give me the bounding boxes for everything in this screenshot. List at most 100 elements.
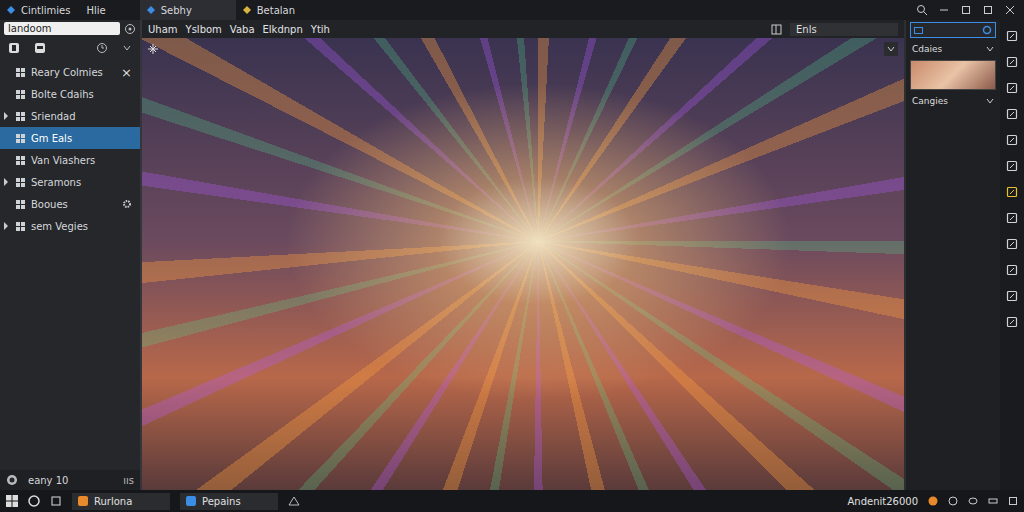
- tray-app-icon[interactable]: [928, 496, 938, 506]
- chevron-down-icon: [986, 97, 994, 105]
- tab[interactable]: Cintlimies: [0, 0, 80, 20]
- taskbar: Rurlona Pepains Andenit26000: [0, 490, 1024, 512]
- tab-strip: CintlimiesHlie SebhyBetalan: [0, 0, 305, 20]
- clock-icon[interactable]: [96, 42, 108, 54]
- menu-item[interactable]: Ytih: [311, 24, 330, 35]
- tool-icon[interactable]: [1006, 212, 1018, 224]
- tool-strip: [1000, 20, 1024, 490]
- tab[interactable]: Hlie: [80, 0, 115, 20]
- tool-icon[interactable]: [1006, 290, 1018, 302]
- tool-icon[interactable]: [1006, 264, 1018, 276]
- app-icon: [78, 496, 88, 506]
- sidebar-item[interactable]: Van Viashers: [0, 149, 140, 171]
- tool-icon[interactable]: [1006, 82, 1018, 94]
- sidebar-item[interactable]: Booues: [0, 193, 140, 215]
- task-view-icon[interactable]: [50, 495, 62, 507]
- editor-window: CintlimiesHlie SebhyBetalan landoom Reary C…: [0, 0, 1024, 512]
- sidebar-search-row: landoom: [0, 20, 140, 37]
- search-icon[interactable]: [982, 25, 992, 35]
- panel-search-field[interactable]: [910, 22, 996, 38]
- item-icon: [15, 67, 26, 78]
- window-controls: [916, 0, 1024, 20]
- tool-icon[interactable]: [1006, 186, 1018, 198]
- battery-icon[interactable]: [988, 496, 998, 506]
- notification-icon[interactable]: [1008, 496, 1018, 506]
- sidebar-item[interactable]: Gm Eals: [0, 127, 140, 149]
- tab[interactable]: Sebhy: [140, 0, 236, 20]
- collapse-button[interactable]: [884, 42, 898, 56]
- chevron-down-icon: [986, 45, 994, 53]
- maximize-icon[interactable]: [982, 4, 994, 16]
- item-icon: [15, 155, 26, 166]
- taskbar-app[interactable]: Pepains: [180, 493, 278, 510]
- menu-item[interactable]: Uham: [148, 24, 178, 35]
- item-icon: [15, 221, 26, 232]
- expand-arrow-icon[interactable]: [3, 178, 9, 186]
- search-circle-icon[interactable]: [28, 495, 40, 507]
- sidebar-list: Reary Colmies×Bolte CdaihsSriendadGm Eal…: [0, 59, 140, 237]
- menu-bar: Uham Yslbom Vaba Elkdnpn Ytih Enls: [142, 20, 904, 38]
- expand-arrow-icon[interactable]: [3, 222, 9, 230]
- sidebar-item[interactable]: Sriendad: [0, 105, 140, 127]
- filter-icon[interactable]: [124, 23, 136, 35]
- sidebar-item[interactable]: sem Vegies: [0, 215, 140, 237]
- tool-icon[interactable]: [1006, 238, 1018, 250]
- item-icon: [15, 111, 26, 122]
- artwork-image: [142, 38, 904, 490]
- triangle-icon[interactable]: [288, 495, 300, 507]
- windows-logo-icon[interactable]: [6, 495, 18, 507]
- editor-area: Uham Yslbom Vaba Elkdnpn Ytih Enls: [142, 20, 904, 490]
- project-icon[interactable]: [8, 42, 20, 54]
- chevron-down-icon[interactable]: [122, 43, 132, 53]
- tool-icon[interactable]: [1006, 160, 1018, 172]
- network-icon[interactable]: [948, 496, 958, 506]
- chevron-down-icon: [887, 45, 895, 53]
- tool-icon[interactable]: [1006, 30, 1018, 42]
- sidebar: landoom Reary Colmies×Bolte CdaihsSrienda…: [0, 20, 142, 490]
- menu-item[interactable]: Yslbom: [186, 24, 222, 35]
- expand-arrow-icon[interactable]: [3, 112, 9, 120]
- menu-item[interactable]: Elkdnpn: [263, 24, 303, 35]
- image-canvas[interactable]: [142, 38, 904, 490]
- taskbar-clock[interactable]: Andenit26000: [847, 496, 918, 507]
- tool-icon[interactable]: [1006, 56, 1018, 68]
- thumbnail-image[interactable]: [910, 60, 996, 90]
- status-icon: [6, 474, 18, 486]
- menu-item[interactable]: Vaba: [230, 24, 255, 35]
- layers-icon[interactable]: [34, 42, 46, 54]
- sidebar-search-field[interactable]: landoom: [4, 22, 120, 35]
- app-icon: [186, 496, 196, 506]
- status-extra: ııs: [123, 475, 134, 486]
- item-icon: [15, 89, 26, 100]
- taskbar-app[interactable]: Rurlona: [72, 493, 170, 510]
- move-icon[interactable]: [148, 44, 158, 54]
- top-field[interactable]: Enls: [790, 23, 898, 36]
- volume-icon[interactable]: [968, 496, 978, 506]
- panel-section-header[interactable]: Cangies: [910, 94, 996, 108]
- panel-section: Cangies: [910, 94, 996, 108]
- search-icon[interactable]: [916, 4, 928, 16]
- tool-icon[interactable]: [1006, 134, 1018, 146]
- sidebar-item[interactable]: Bolte Cdaihs: [0, 83, 140, 105]
- sidebar-footer: eany 10 ııs: [0, 470, 140, 490]
- restore-icon[interactable]: [960, 4, 972, 16]
- search-box-icon: [914, 26, 923, 35]
- sidebar-item[interactable]: Reary Colmies×: [0, 61, 140, 83]
- panel-icon[interactable]: [771, 24, 782, 35]
- panel-section-header[interactable]: Cdaies: [910, 42, 996, 56]
- status-text: eany 10: [28, 475, 68, 486]
- tool-icon[interactable]: [1006, 316, 1018, 328]
- item-icon: [15, 177, 26, 188]
- app-icon: [242, 5, 252, 15]
- tab[interactable]: Betalan: [236, 0, 305, 20]
- tool-icon[interactable]: [1006, 108, 1018, 120]
- gear-icon[interactable]: [122, 199, 132, 209]
- close-icon[interactable]: [1004, 4, 1016, 16]
- sidebar-toolbar: [0, 37, 140, 59]
- item-icon: [15, 199, 26, 210]
- sidebar-item[interactable]: Seramons: [0, 171, 140, 193]
- close-button[interactable]: ×: [121, 65, 132, 80]
- app-icon: [6, 5, 16, 15]
- minimize-icon[interactable]: [938, 4, 950, 16]
- app-icon: [146, 5, 156, 15]
